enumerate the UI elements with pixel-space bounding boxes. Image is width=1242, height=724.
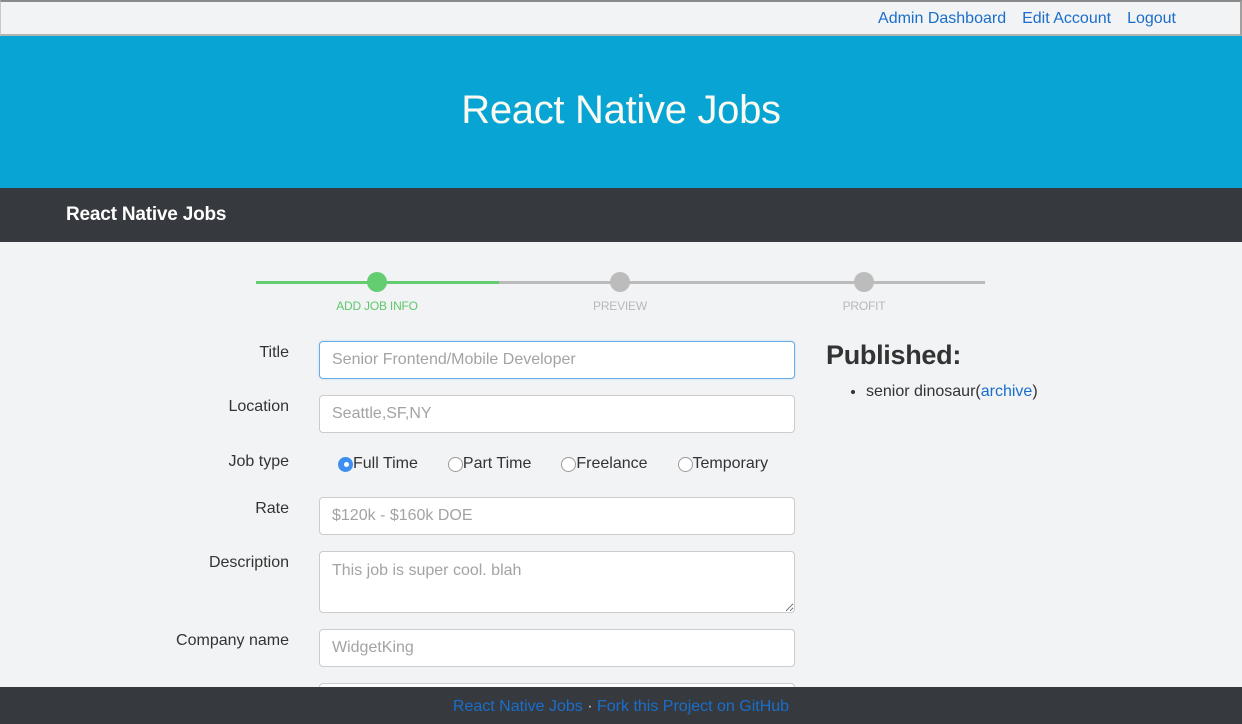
account-nav: Admin Dashboard Edit Account Logout bbox=[878, 10, 1176, 28]
footer-separator: · bbox=[587, 698, 593, 715]
title-label: Title bbox=[259, 344, 289, 361]
top-bar: Admin Dashboard Edit Account Logout bbox=[0, 0, 1242, 36]
radio-unchecked-icon[interactable] bbox=[561, 456, 577, 472]
progress-stepper: ADD JOB INFO PREVIEW PROFIT bbox=[256, 270, 985, 320]
rate-input[interactable] bbox=[319, 497, 795, 535]
footer-github-link[interactable]: Fork this Project on GitHub bbox=[597, 698, 789, 715]
radio-unchecked-icon[interactable] bbox=[677, 456, 693, 472]
published-list: senior dinosaur(archive) bbox=[826, 383, 1038, 401]
hero-title: React Native Jobs bbox=[461, 87, 781, 132]
job-type-label: Job type bbox=[228, 453, 289, 470]
location-input[interactable] bbox=[319, 395, 795, 433]
rate-label: Rate bbox=[255, 500, 289, 517]
step-add-job-info: ADD JOB INFO bbox=[297, 272, 457, 313]
radio-checked-icon[interactable] bbox=[338, 456, 353, 472]
radio-unchecked-icon[interactable] bbox=[447, 456, 463, 472]
published-panel: Published: senior dinosaur(archive) bbox=[826, 340, 1038, 401]
footer: React Native Jobs · Fork this Project on… bbox=[0, 687, 1242, 724]
published-job-name: senior dinosaur bbox=[866, 383, 976, 400]
navbar-brand-link[interactable]: React Native Jobs bbox=[66, 204, 226, 226]
radio-label: Temporary bbox=[692, 455, 769, 472]
company-name-input[interactable] bbox=[319, 629, 795, 667]
admin-dashboard-link[interactable]: Admin Dashboard bbox=[878, 10, 1006, 28]
step-label: ADD JOB INFO bbox=[336, 299, 418, 313]
step-label: PREVIEW bbox=[593, 299, 647, 313]
job-type-option-freelance[interactable]: Freelance bbox=[561, 455, 648, 473]
edit-account-link[interactable]: Edit Account bbox=[1022, 10, 1111, 28]
archive-link[interactable]: archive bbox=[981, 383, 1033, 400]
radio-label: Freelance bbox=[576, 455, 648, 472]
location-label: Location bbox=[228, 398, 290, 415]
hero-banner: React Native Jobs bbox=[0, 36, 1242, 188]
title-input[interactable] bbox=[319, 341, 795, 379]
job-type-option-temporary[interactable]: Temporary bbox=[677, 455, 769, 473]
job-type-radio-group: Full Time Part Time Freelance Temporary bbox=[338, 455, 798, 473]
step-profit: PROFIT bbox=[784, 272, 944, 313]
description-textarea[interactable] bbox=[319, 551, 795, 613]
radio-label: Full Time bbox=[353, 455, 418, 472]
published-heading: Published: bbox=[826, 340, 962, 370]
company-name-label: Company name bbox=[176, 632, 289, 649]
footer-home-link[interactable]: React Native Jobs bbox=[453, 698, 583, 715]
step-dot-pending-icon bbox=[854, 272, 874, 292]
job-type-option-full-time[interactable]: Full Time bbox=[338, 455, 418, 473]
step-dot-active-icon bbox=[367, 272, 387, 292]
logout-link[interactable]: Logout bbox=[1127, 10, 1176, 28]
description-label: Description bbox=[208, 554, 289, 571]
step-label: PROFIT bbox=[842, 299, 886, 313]
navbar: React Native Jobs bbox=[0, 188, 1242, 242]
job-type-option-part-time[interactable]: Part Time bbox=[447, 455, 532, 473]
step-dot-pending-icon bbox=[610, 272, 630, 292]
published-item: senior dinosaur(archive) bbox=[866, 383, 1038, 401]
radio-label: Part Time bbox=[462, 455, 532, 472]
step-preview: PREVIEW bbox=[540, 272, 700, 313]
